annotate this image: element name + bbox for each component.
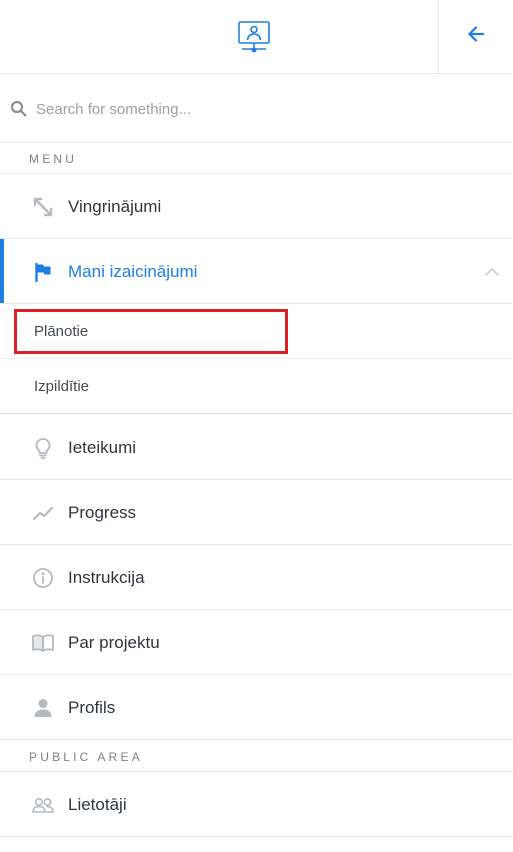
lightbulb-icon [31, 436, 55, 460]
menu-item-label: Profils [68, 698, 116, 717]
presenter-monitor-icon[interactable] [237, 20, 271, 54]
user-icon [31, 696, 55, 720]
info-circle-icon [31, 566, 55, 590]
menu-item-progress[interactable]: Progress [0, 480, 513, 545]
menu-item-label: Instrukcija [68, 568, 145, 587]
arrow-left-icon [466, 24, 486, 49]
menu-item-about-project[interactable]: Par projektu [0, 610, 513, 675]
section-label-public-area: PUBLIC AREA [29, 750, 143, 764]
menu-item-users[interactable]: Lietotāji [0, 772, 513, 837]
search-icon [10, 100, 28, 118]
search-input[interactable] [36, 94, 496, 124]
menu-item-suggestions[interactable]: Ieteikumi [0, 415, 513, 480]
submenu-item-completed[interactable]: Izpildītie [0, 359, 513, 414]
trending-line-icon [31, 501, 55, 525]
section-label-menu: MENU [29, 152, 78, 166]
menu-item-profile[interactable]: Profils [0, 675, 513, 740]
menu-item-label: Mani izaicinājumi [68, 262, 198, 281]
search-bar [0, 74, 513, 143]
flag-icon [31, 260, 55, 284]
open-book-icon [31, 631, 55, 655]
menu-item-label: Lietotāji [68, 795, 127, 814]
submenu-item-label: Izpildītie [34, 378, 90, 395]
submenu-my-challenges: Plānotie Izpildītie [0, 304, 513, 414]
arrows-diagonal-icon [31, 195, 55, 219]
menu-item-exercises[interactable]: Vingrinājumi [0, 174, 513, 239]
menu-item-instructions[interactable]: Instrukcija [0, 545, 513, 610]
users-icon [31, 793, 55, 817]
menu-item-label: Vingrinājumi [68, 197, 162, 216]
menu-item-my-challenges[interactable]: Mani izaicinājumi [0, 239, 513, 304]
sidebar-header [0, 0, 513, 74]
back-button[interactable] [438, 0, 513, 73]
menu-item-label: Ieteikumi [68, 438, 137, 457]
chevron-up-icon[interactable] [483, 263, 501, 281]
menu-item-label: Par projektu [68, 633, 160, 652]
submenu-item-label: Plānotie [34, 323, 89, 340]
submenu-item-planned[interactable]: Plānotie [0, 304, 513, 359]
menu-item-label: Progress [68, 503, 137, 522]
